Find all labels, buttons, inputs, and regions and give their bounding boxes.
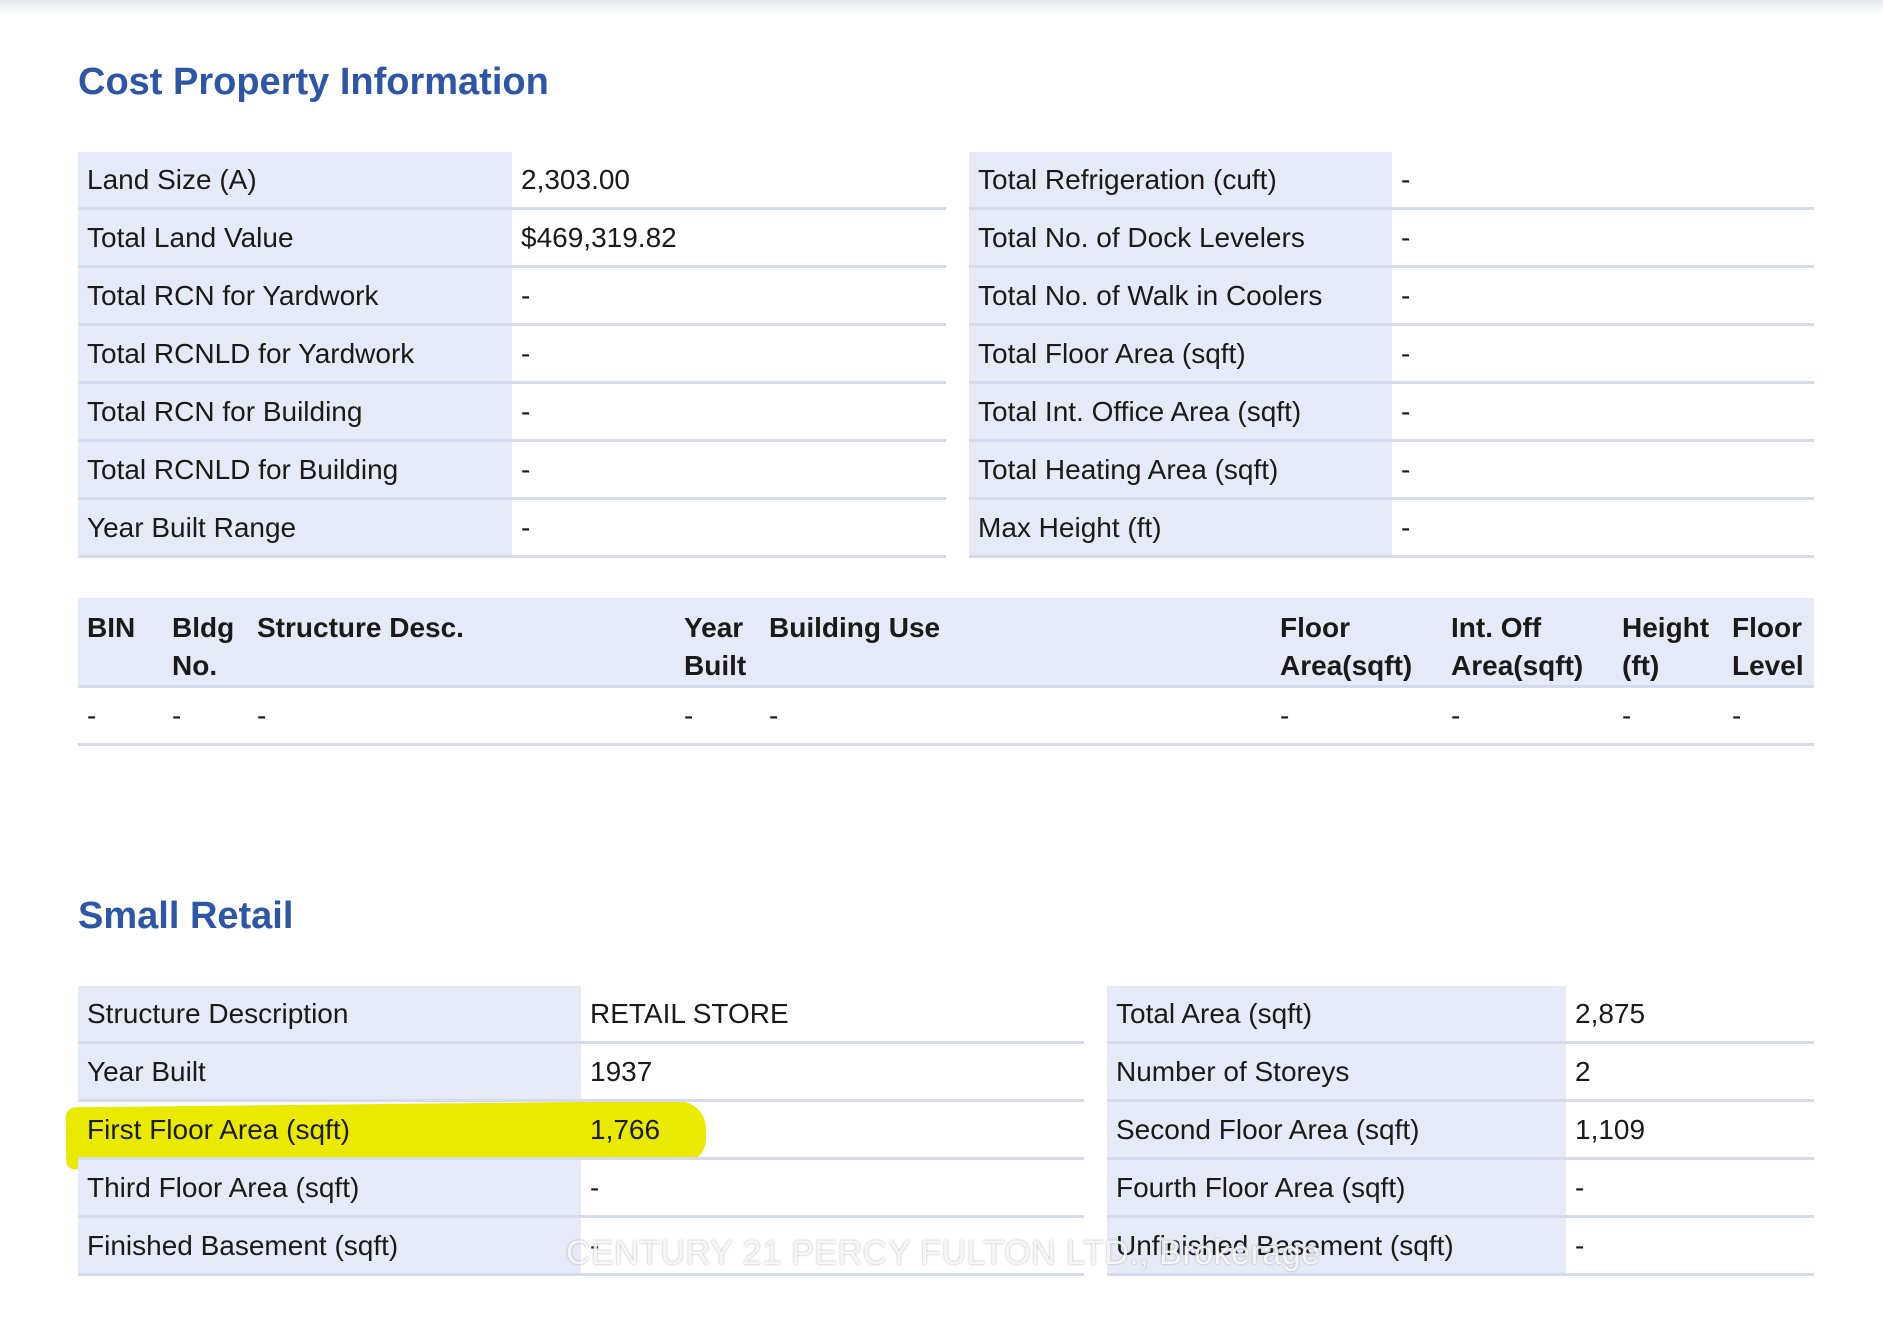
column-header-building-use: Building Use bbox=[760, 598, 1271, 688]
table-row: Total No. of Walk in Coolers - bbox=[969, 266, 1814, 326]
column-header-int-off-area: Int. Off Area(sqft) bbox=[1442, 598, 1613, 688]
table-row: Year Built 1937 bbox=[78, 1042, 1084, 1102]
field-label: Land Size (A) bbox=[78, 152, 512, 210]
field-value: 1,109 bbox=[1566, 1100, 1814, 1160]
table-row: Total Heating Area (sqft) - bbox=[969, 440, 1814, 500]
field-label: Finished Basement (sqft) bbox=[78, 1216, 581, 1276]
table-row: Total Land Value $469,319.82 bbox=[78, 208, 946, 268]
table-row: Second Floor Area (sqft) 1,109 bbox=[1107, 1100, 1814, 1160]
table-row: Total Area (sqft) 2,875 bbox=[1107, 986, 1814, 1044]
field-value: RETAIL STORE bbox=[581, 986, 1084, 1044]
field-value: - bbox=[1392, 382, 1814, 442]
column-header-structure-desc: Structure Desc. bbox=[248, 598, 675, 688]
table-cell: - bbox=[760, 686, 1271, 746]
table-row: Total Floor Area (sqft) - bbox=[969, 324, 1814, 384]
field-value: - bbox=[1392, 498, 1814, 558]
table-row: - - - - - - - - - bbox=[78, 686, 1814, 746]
field-value: - bbox=[1392, 266, 1814, 326]
field-value: 2 bbox=[1566, 1042, 1814, 1102]
table-cell: - bbox=[1613, 686, 1723, 746]
table-row: Total Refrigeration (cuft) - bbox=[969, 152, 1814, 210]
table-row: Total RCNLD for Yardwork - bbox=[78, 324, 946, 384]
field-label: Total No. of Walk in Coolers bbox=[969, 266, 1392, 326]
table-row: Year Built Range - bbox=[78, 498, 946, 558]
field-value: $469,319.82 bbox=[512, 208, 946, 268]
field-label: Third Floor Area (sqft) bbox=[78, 1158, 581, 1218]
building-table: BIN Bldg No. Structure Desc. Year Built Bu… bbox=[78, 598, 1814, 746]
table-row: Third Floor Area (sqft) - bbox=[78, 1158, 1084, 1218]
field-value: - bbox=[1392, 324, 1814, 384]
table-row: Max Height (ft) - bbox=[969, 498, 1814, 558]
field-value: - bbox=[512, 498, 946, 558]
field-label: Number of Storeys bbox=[1107, 1042, 1566, 1102]
cost-property-title: Cost Property Information bbox=[78, 61, 549, 103]
field-label: Total RCNLD for Yardwork bbox=[78, 324, 512, 384]
field-value: 2,303.00 bbox=[512, 152, 946, 210]
table-row: Total No. of Dock Levelers - bbox=[969, 208, 1814, 268]
column-header-floor-level: Floor Level bbox=[1723, 598, 1814, 688]
table-row: Fourth Floor Area (sqft) - bbox=[1107, 1158, 1814, 1218]
field-label: Structure Description bbox=[78, 986, 581, 1044]
table-cell: - bbox=[1723, 686, 1814, 746]
field-label: Total RCN for Building bbox=[78, 382, 512, 442]
field-label: Total RCN for Yardwork bbox=[78, 266, 512, 326]
column-header-bldg-no: Bldg No. bbox=[163, 598, 248, 688]
small-retail-title: Small Retail bbox=[78, 895, 294, 937]
field-value: - bbox=[1566, 1216, 1814, 1276]
field-label: Year Built bbox=[78, 1042, 581, 1102]
table-row: Structure Description RETAIL STORE bbox=[78, 986, 1084, 1044]
field-label: Total Refrigeration (cuft) bbox=[969, 152, 1392, 210]
field-label: First Floor Area (sqft) bbox=[78, 1100, 581, 1160]
field-label: Year Built Range bbox=[78, 498, 512, 558]
field-label: Total Floor Area (sqft) bbox=[969, 324, 1392, 384]
column-header-floor-area: Floor Area(sqft) bbox=[1271, 598, 1442, 688]
cost-property-left-table: Land Size (A) 2,303.00 Total Land Value $4… bbox=[78, 152, 946, 558]
field-label: Total Int. Office Area (sqft) bbox=[969, 382, 1392, 442]
field-value: 1937 bbox=[581, 1042, 1084, 1102]
table-row: Total RCNLD for Building - bbox=[78, 440, 946, 500]
field-label: Total Land Value bbox=[78, 208, 512, 268]
field-value: - bbox=[1392, 152, 1814, 210]
field-label: Total Heating Area (sqft) bbox=[969, 440, 1392, 500]
table-row: Land Size (A) 2,303.00 bbox=[78, 152, 946, 210]
column-header-year-built: Year Built bbox=[675, 598, 760, 688]
field-value: - bbox=[512, 382, 946, 442]
brokerage-watermark: CENTURY 21 PERCY FULTON LTD., Brokerage bbox=[566, 1234, 1321, 1272]
table-row: Number of Storeys 2 bbox=[1107, 1042, 1814, 1102]
field-label: Max Height (ft) bbox=[969, 498, 1392, 558]
small-retail-right-table: Total Area (sqft) 2,875 Number of Storeys… bbox=[1107, 986, 1814, 1276]
page-top-shadow bbox=[0, 0, 1883, 14]
small-retail-left-table: Structure Description RETAIL STORE Year B… bbox=[78, 986, 1084, 1276]
cost-property-right-table: Total Refrigeration (cuft) - Total No. of… bbox=[969, 152, 1814, 558]
column-header-bin: BIN bbox=[78, 598, 163, 688]
table-row: Total Int. Office Area (sqft) - bbox=[969, 382, 1814, 442]
table-cell: - bbox=[78, 686, 163, 746]
field-value: - bbox=[1392, 208, 1814, 268]
field-label: Total Area (sqft) bbox=[1107, 986, 1566, 1044]
field-label: Total RCNLD for Building bbox=[78, 440, 512, 500]
field-value: 1,766 bbox=[581, 1100, 1084, 1160]
table-header-row: BIN Bldg No. Structure Desc. Year Built Bu… bbox=[78, 598, 1814, 688]
field-value: 2,875 bbox=[1566, 986, 1814, 1044]
field-value: - bbox=[512, 440, 946, 500]
field-label: Total No. of Dock Levelers bbox=[969, 208, 1392, 268]
table-row-highlighted: First Floor Area (sqft) 1,766 bbox=[78, 1100, 1084, 1160]
table-cell: - bbox=[675, 686, 760, 746]
table-cell: - bbox=[1271, 686, 1442, 746]
table-row: Total RCN for Yardwork - bbox=[78, 266, 946, 326]
field-value: - bbox=[1392, 440, 1814, 500]
table-cell: - bbox=[163, 686, 248, 746]
column-header-height: Height (ft) bbox=[1613, 598, 1723, 688]
table-cell: - bbox=[248, 686, 675, 746]
field-value: - bbox=[512, 324, 946, 384]
field-value: - bbox=[1566, 1158, 1814, 1218]
field-value: - bbox=[581, 1158, 1084, 1218]
table-cell: - bbox=[1442, 686, 1613, 746]
field-label: Fourth Floor Area (sqft) bbox=[1107, 1158, 1566, 1218]
field-label: Second Floor Area (sqft) bbox=[1107, 1100, 1566, 1160]
table-row: Total RCN for Building - bbox=[78, 382, 946, 442]
field-value: - bbox=[512, 266, 946, 326]
